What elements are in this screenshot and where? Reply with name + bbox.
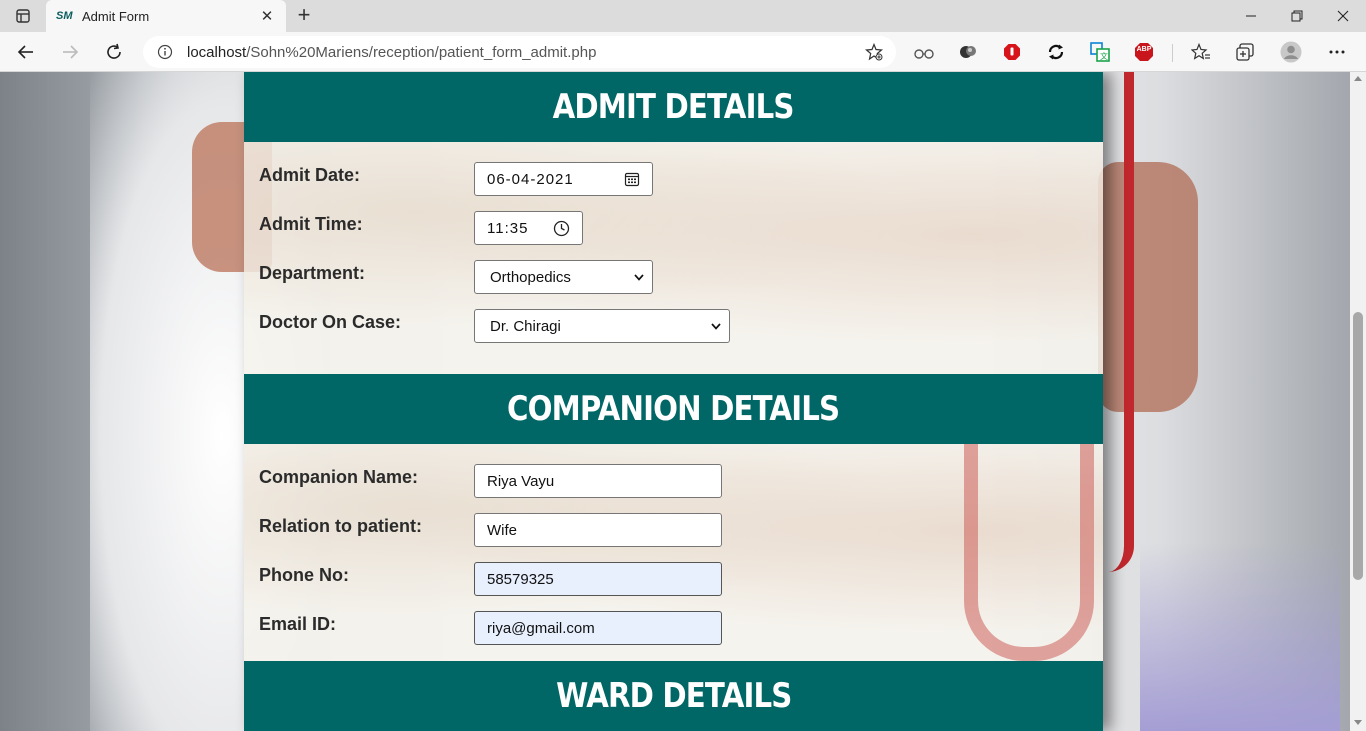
- companion-name-label: Companion Name:: [259, 467, 419, 487]
- doctor-row: Doctor On Case: Dr. Chiragi: [259, 309, 1088, 358]
- refresh-icon[interactable]: [100, 38, 128, 66]
- site-favicon: SM: [56, 10, 73, 22]
- favorite-add-icon[interactable]: [864, 42, 884, 62]
- site-info-icon[interactable]: [155, 42, 175, 62]
- more-icon[interactable]: [1325, 40, 1349, 64]
- svg-text:文: 文: [1100, 51, 1108, 61]
- read-aloud-icon[interactable]: [912, 40, 936, 64]
- doctor-select[interactable]: Dr. Chiragi: [474, 309, 730, 343]
- page-viewport: ADMIT DETAILS Admit Date: 06-04-2021 Adm…: [0, 72, 1350, 731]
- companion-name-value: Riya Vayu: [487, 472, 555, 490]
- admit-date-input[interactable]: 06-04-2021: [474, 162, 653, 196]
- relation-row: Relation to patient: Wife: [259, 513, 1088, 562]
- department-select[interactable]: Orthopedics: [474, 260, 653, 294]
- admit-form: ADMIT DETAILS Admit Date: 06-04-2021 Adm…: [244, 72, 1103, 731]
- new-tab-icon[interactable]: +: [292, 4, 316, 28]
- extension-icon[interactable]: [956, 40, 980, 64]
- background-lavender: [1140, 542, 1340, 731]
- companion-details-section: Companion Name: Riya Vayu Relation to pa…: [244, 444, 1103, 661]
- tab-actions-icon[interactable]: [8, 5, 38, 27]
- back-icon[interactable]: [12, 38, 40, 66]
- collections-icon[interactable]: [1233, 40, 1257, 64]
- ward-details-title: WARD DETAILS: [555, 676, 792, 716]
- url-path: /Sohn%20Mariens/reception/patient_form_a…: [246, 43, 597, 61]
- window-controls: [1228, 0, 1366, 32]
- abp-icon[interactable]: ABP: [1132, 40, 1156, 64]
- department-selected: Orthopedics: [490, 268, 571, 286]
- address-bar[interactable]: localhost/Sohn%20Mariens/reception/patie…: [143, 36, 896, 68]
- phone-input[interactable]: 58579325: [474, 562, 722, 596]
- tab-title: Admit Form: [82, 8, 150, 24]
- department-row: Department: Orthopedics: [259, 260, 1088, 309]
- scroll-thumb[interactable]: [1353, 312, 1363, 580]
- background-stethoscope: [1108, 72, 1134, 572]
- department-label: Department:: [259, 263, 366, 283]
- relation-value: Wife: [487, 521, 517, 539]
- minimize-icon[interactable]: [1228, 0, 1274, 32]
- close-tab-icon[interactable]: ✕: [258, 7, 276, 25]
- relation-label: Relation to patient:: [259, 516, 422, 536]
- companion-name-row: Companion Name: Riya Vayu: [259, 464, 1088, 513]
- browser-tab[interactable]: SM Admit Form ✕: [46, 0, 286, 32]
- adblock-red-icon[interactable]: [1000, 40, 1024, 64]
- page-scrollbar[interactable]: [1350, 72, 1366, 731]
- admit-details-title: ADMIT DETAILS: [553, 87, 795, 127]
- companion-details-title: COMPANION DETAILS: [507, 389, 840, 429]
- sync-icon[interactable]: [1044, 40, 1068, 64]
- email-value: riya@gmail.com: [487, 619, 595, 637]
- calendar-icon[interactable]: [624, 171, 640, 187]
- email-input[interactable]: riya@gmail.com: [474, 611, 722, 645]
- phone-label: Phone No:: [259, 565, 349, 585]
- phone-value: 58579325: [487, 570, 554, 588]
- relation-input[interactable]: Wife: [474, 513, 722, 547]
- admit-details-header: ADMIT DETAILS: [244, 72, 1103, 142]
- abp-label: ABP: [1136, 46, 1152, 53]
- email-label: Email ID:: [259, 614, 337, 634]
- admit-time-row: Admit Time: 11:35: [259, 211, 1088, 260]
- translate-icon[interactable]: 文: [1088, 40, 1112, 64]
- url-host: localhost: [187, 43, 247, 61]
- chevron-down-icon: [634, 273, 644, 281]
- admit-date-value: 06-04-2021: [487, 170, 574, 188]
- favorites-icon[interactable]: [1189, 40, 1213, 64]
- admit-time-input[interactable]: 11:35: [474, 211, 583, 245]
- scroll-up-icon[interactable]: [1354, 76, 1362, 81]
- doctor-selected: Dr. Chiragi: [490, 317, 561, 335]
- forward-icon[interactable]: [56, 38, 84, 66]
- browser-tab-bar: SM Admit Form ✕ +: [0, 0, 1366, 32]
- url-text[interactable]: localhost/Sohn%20Mariens/reception/patie…: [187, 44, 864, 61]
- doctor-label: Doctor On Case:: [259, 312, 402, 332]
- chevron-down-icon: [711, 322, 721, 330]
- phone-row: Phone No: 58579325: [259, 562, 1088, 611]
- browser-toolbar: localhost/Sohn%20Mariens/reception/patie…: [0, 32, 1366, 72]
- admit-time-value: 11:35: [487, 219, 529, 237]
- toolbar-divider: [1172, 44, 1173, 62]
- companion-name-input[interactable]: Riya Vayu: [474, 464, 722, 498]
- companion-details-header: COMPANION DETAILS: [244, 374, 1103, 444]
- admit-time-label: Admit Time:: [259, 214, 363, 234]
- restore-icon[interactable]: [1274, 0, 1320, 32]
- clock-icon[interactable]: [553, 220, 570, 237]
- admit-details-section: Admit Date: 06-04-2021 Admit Time: 11:35: [244, 142, 1103, 374]
- profile-avatar[interactable]: [1279, 40, 1303, 64]
- ward-details-header: WARD DETAILS: [244, 661, 1103, 731]
- email-row: Email ID: riya@gmail.com: [259, 611, 1088, 660]
- admit-date-label: Admit Date:: [259, 165, 361, 185]
- scroll-down-icon[interactable]: [1354, 720, 1362, 725]
- close-window-icon[interactable]: [1320, 0, 1366, 32]
- admit-date-row: Admit Date: 06-04-2021: [259, 162, 1088, 211]
